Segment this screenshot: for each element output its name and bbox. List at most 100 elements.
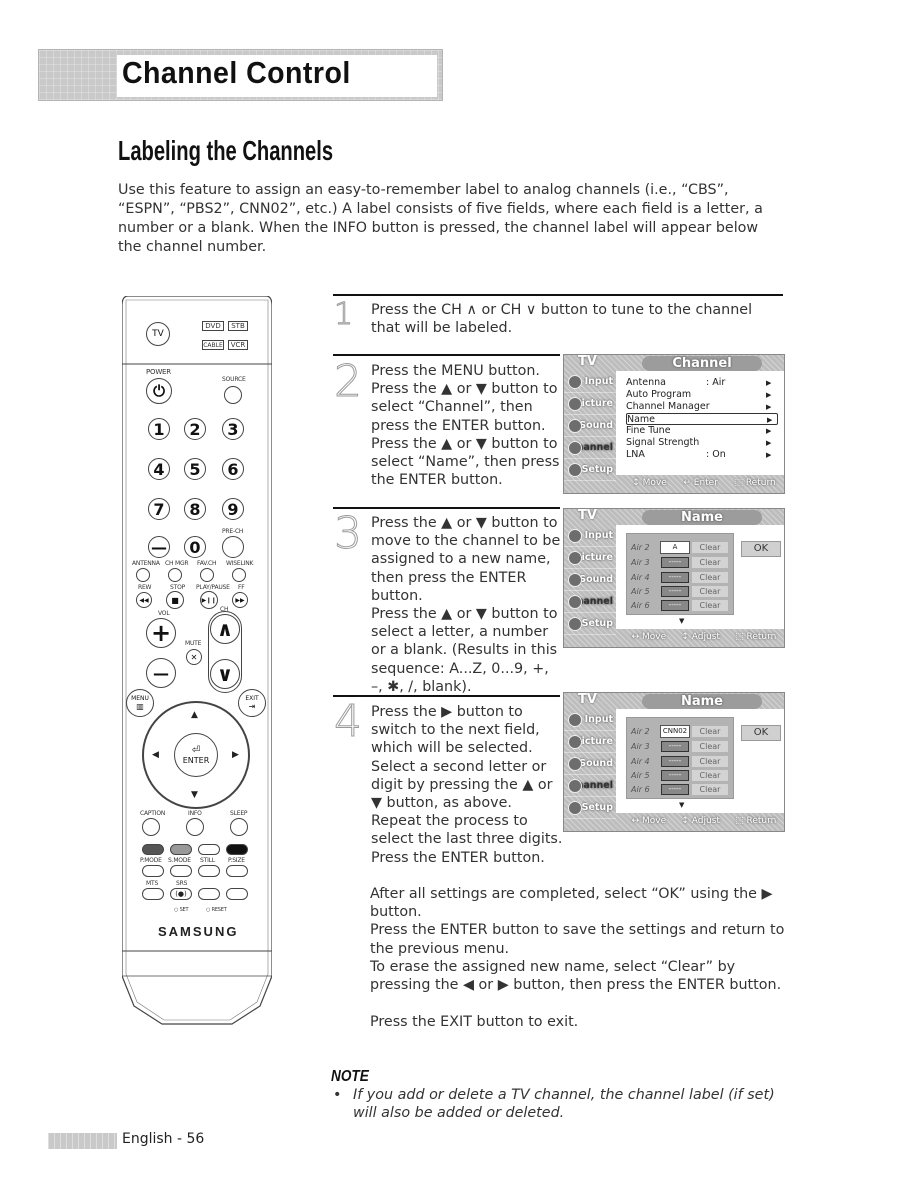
name-field[interactable]: ----- <box>661 557 689 568</box>
name-field[interactable]: ----- <box>661 741 689 752</box>
name-field[interactable]: ----- <box>661 784 689 795</box>
menu-item-fine-tune[interactable]: Fine Tune ▶ <box>626 425 778 437</box>
enter-button[interactable]: ⏎ ENTER <box>174 733 218 777</box>
cable-mode-button[interactable]: CABLE <box>202 340 224 350</box>
digit-8-button[interactable]: 8 <box>184 498 206 520</box>
clear-button[interactable]: Clear <box>692 557 728 568</box>
osd-side-input[interactable]: Input <box>564 709 616 731</box>
exit-button[interactable]: EXIT ⇥ <box>238 689 266 717</box>
pmode-button[interactable] <box>142 865 164 877</box>
fav-ch-button[interactable] <box>200 568 214 582</box>
info-button[interactable] <box>186 818 204 836</box>
digit-1-button[interactable]: 1 <box>148 418 170 440</box>
osd-side-sound[interactable]: Sound <box>564 753 616 775</box>
caption-button[interactable] <box>142 818 160 836</box>
name-field[interactable]: A <box>660 541 690 554</box>
clear-button[interactable]: Clear <box>692 741 728 752</box>
mts-button[interactable] <box>142 888 164 900</box>
stop-button[interactable]: ■ <box>166 591 184 609</box>
power-button[interactable]: ⏻ <box>146 378 172 404</box>
name-field[interactable]: ----- <box>661 756 689 767</box>
clear-button[interactable]: Clear <box>692 600 728 611</box>
channel-down-button[interactable]: ∨ <box>210 659 240 689</box>
osd-side-picture[interactable]: Picture <box>564 393 616 415</box>
srs-button[interactable]: (●) <box>170 888 192 900</box>
digit-9-button[interactable]: 9 <box>222 498 244 520</box>
nav-right-button[interactable]: ▶ <box>232 750 239 760</box>
nav-down-button[interactable]: ▼ <box>191 790 198 800</box>
volume-up-button[interactable]: + <box>146 618 176 648</box>
menu-button[interactable]: MENU ▥ <box>126 689 154 717</box>
antenna-button[interactable] <box>136 568 150 582</box>
clear-button[interactable]: Clear <box>692 770 728 781</box>
clear-button[interactable]: Clear <box>692 784 728 795</box>
input-icon <box>568 529 582 543</box>
clear-button[interactable]: Clear <box>692 726 728 737</box>
menu-item-channel-manager[interactable]: Channel Manager ▶ <box>626 401 778 413</box>
volume-down-button[interactable]: — <box>146 658 176 688</box>
digit-7-button[interactable]: 7 <box>148 498 170 520</box>
tv-mode-button[interactable]: TV <box>146 322 170 346</box>
osd-side-channel[interactable]: Channel <box>564 591 616 613</box>
vcr-mode-button[interactable]: VCR <box>228 340 248 350</box>
name-field[interactable]: ----- <box>661 770 689 781</box>
name-field[interactable]: CNN02 <box>660 725 690 738</box>
menu-item-lna[interactable]: LNA: On ▶ <box>626 449 778 461</box>
name-field[interactable]: ----- <box>661 586 689 597</box>
digit-0-button[interactable]: 0 <box>184 536 206 558</box>
ok-button[interactable]: OK <box>741 541 781 557</box>
rewind-icon: ◀◀ <box>139 596 149 604</box>
osd-side-sound[interactable]: Sound <box>564 415 616 437</box>
blue-key-button[interactable] <box>226 844 248 855</box>
blank-button-1[interactable] <box>198 888 220 900</box>
nav-left-button[interactable]: ◀ <box>152 750 159 760</box>
dvd-mode-button[interactable]: DVD <box>202 321 224 331</box>
osd-side-input[interactable]: Input <box>564 525 616 547</box>
source-button[interactable] <box>224 386 242 404</box>
ok-button[interactable]: OK <box>741 725 781 741</box>
osd-side-sound[interactable]: Sound <box>564 569 616 591</box>
name-field[interactable]: ----- <box>661 600 689 611</box>
menu-item-auto-program[interactable]: Auto Program ▶ <box>626 389 778 401</box>
mute-button[interactable]: ✕ <box>186 649 202 665</box>
ch-mgr-button[interactable] <box>168 568 182 582</box>
clear-button[interactable]: Clear <box>692 572 728 583</box>
fast-forward-button[interactable]: ▶▶ <box>232 592 248 608</box>
blank-button-2[interactable] <box>226 888 248 900</box>
sleep-button[interactable] <box>230 818 248 836</box>
digit-2-button[interactable]: 2 <box>184 418 206 440</box>
name-field[interactable]: ----- <box>661 572 689 583</box>
clear-button[interactable]: Clear <box>692 542 728 553</box>
digit-5-button[interactable]: 5 <box>184 458 206 480</box>
digit-6-button[interactable]: 6 <box>222 458 244 480</box>
menu-item-name[interactable]: Name ▶ <box>626 413 778 425</box>
green-key-button[interactable] <box>170 844 192 855</box>
clear-button[interactable]: Clear <box>692 756 728 767</box>
clear-button[interactable]: Clear <box>692 586 728 597</box>
osd-side-channel[interactable]: Channel <box>564 775 616 797</box>
osd-side-setup[interactable]: Setup <box>564 613 616 635</box>
still-button[interactable] <box>198 865 220 877</box>
osd-side-setup[interactable]: Setup <box>564 459 616 481</box>
osd-side-picture[interactable]: Picture <box>564 731 616 753</box>
play-pause-button[interactable]: ▶❙❙ <box>200 591 218 609</box>
channel-up-button[interactable]: ∧ <box>210 614 240 644</box>
rewind-button[interactable]: ◀◀ <box>136 592 152 608</box>
nav-up-button[interactable]: ▲ <box>191 710 198 720</box>
stb-mode-button[interactable]: STB <box>228 321 248 331</box>
wiselink-button[interactable] <box>232 568 246 582</box>
yellow-key-button[interactable] <box>198 844 220 855</box>
osd-side-input[interactable]: Input <box>564 371 616 393</box>
red-key-button[interactable] <box>142 844 164 855</box>
digit-4-button[interactable]: 4 <box>148 458 170 480</box>
osd-side-channel[interactable]: Channel <box>564 437 616 459</box>
menu-item-signal-strength[interactable]: Signal Strength ▶ <box>626 437 778 449</box>
smode-button[interactable] <box>170 865 192 877</box>
psize-button[interactable] <box>226 865 248 877</box>
digit-3-button[interactable]: 3 <box>222 418 244 440</box>
menu-item-antenna[interactable]: Antenna: Air ▶ <box>626 377 778 389</box>
dash-button[interactable]: — <box>148 536 170 558</box>
prech-button[interactable] <box>222 536 244 558</box>
osd-side-setup[interactable]: Setup <box>564 797 616 819</box>
osd-side-picture[interactable]: Picture <box>564 547 616 569</box>
